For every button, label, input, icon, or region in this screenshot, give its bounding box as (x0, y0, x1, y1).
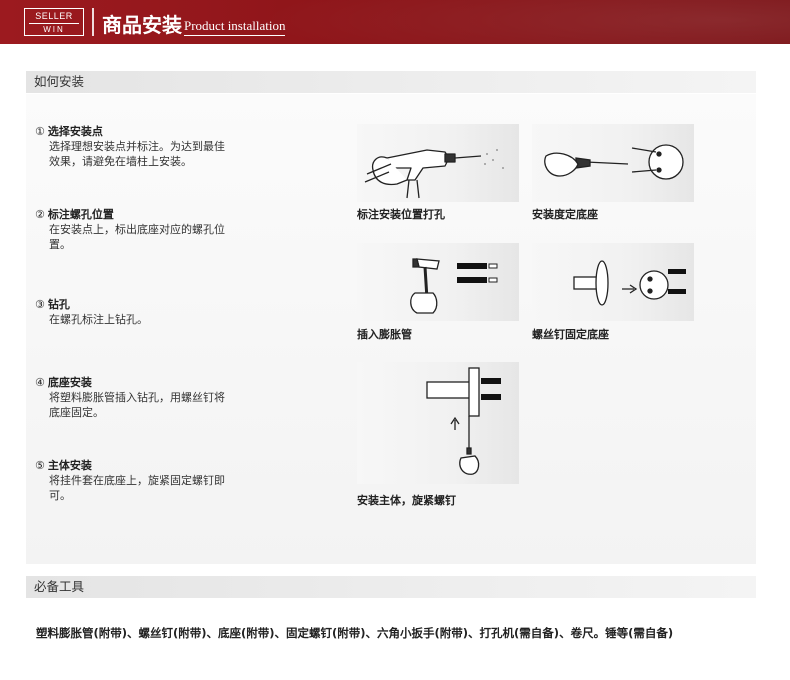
caption-1: 标注安装位置打孔 (357, 208, 445, 221)
step-1: ① 选择安装点 选择理想安装点并标注。为达到最佳效果，请避免在墙柱上安装。 (35, 125, 225, 168)
base-screw-icon (573, 260, 686, 306)
illustration-mount-body (357, 362, 519, 484)
caption-5: 安装主体，旋紧螺钉 (357, 494, 456, 507)
banner-divider (92, 8, 94, 36)
mount-body-icon (426, 367, 501, 475)
brand-logo: SELLER WIN (24, 8, 84, 36)
section-how-to-install: 如何安装 (26, 71, 756, 93)
step-2: ② 标注螺孔位置 在安装点上，标出底座对应的螺孔位置。 (35, 208, 225, 251)
hammer-icon (410, 258, 498, 314)
screwdriver-icon (544, 144, 684, 180)
header-banner: SELLER WIN 商品安装 Product installation (0, 0, 790, 44)
step-4: ④ 底座安装 将塑料膨胀管插入钻孔，用螺丝钉将底座固定。 (35, 376, 225, 419)
caption-4: 螺丝钉固定底座 (532, 328, 609, 341)
caption-2: 安装度定底座 (532, 208, 598, 221)
step-5: ⑤ 主体安装 将挂件套在底座上，旋紧固定螺钉即可。 (35, 459, 225, 502)
illustration-drill (357, 124, 519, 202)
banner-title-cn: 商品安装 (102, 13, 182, 37)
illustration-hammer (357, 243, 519, 321)
illustration-base-screw (532, 243, 694, 321)
banner-title-en: Product installation (184, 18, 286, 36)
illustration-screwdriver (532, 124, 694, 202)
caption-3: 插入膨胀管 (357, 328, 412, 341)
step-3: ③ 钻孔 在螺孔标注上钻孔。 (35, 298, 148, 326)
section-required-tools: 必备工具 (26, 576, 756, 598)
tools-list: 塑料膨胀管(附带)、螺丝钉(附带)、底座(附带)、固定螺钉(附带)、六角小扳手(… (36, 626, 674, 640)
drill-icon (364, 149, 504, 199)
